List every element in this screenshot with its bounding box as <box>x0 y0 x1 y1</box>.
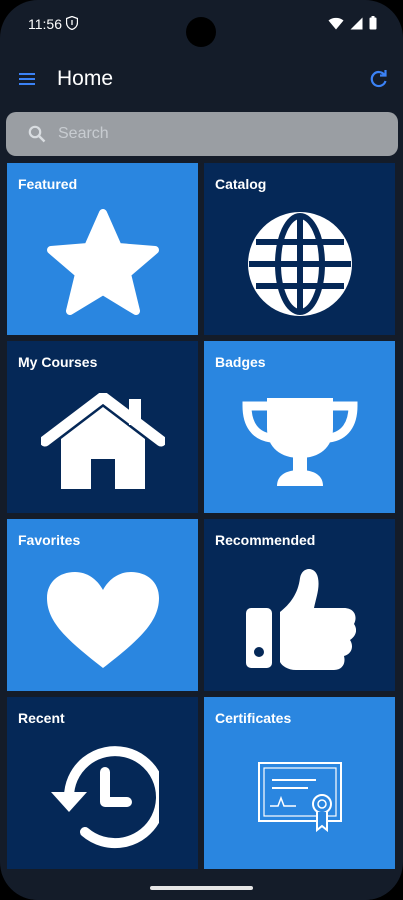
tile-label: My Courses <box>18 354 98 370</box>
trophy-icon <box>241 398 358 486</box>
wifi-icon <box>328 17 344 29</box>
refresh-icon[interactable] <box>369 69 389 89</box>
category-grid: Featured Catalog My Courses Badges Favor… <box>7 163 397 869</box>
shield-icon <box>66 16 78 30</box>
search-icon <box>28 125 46 143</box>
heart-icon <box>46 572 159 668</box>
signal-icon <box>350 17 363 29</box>
thumbs-up-icon <box>245 569 356 670</box>
menu-icon[interactable] <box>17 68 39 90</box>
battery-icon <box>369 16 377 30</box>
status-bar: 11:56 <box>0 0 403 48</box>
tile-label: Badges <box>215 354 266 370</box>
device-screen: 11:56 Home Search Featured Catalog My Co… <box>0 0 403 900</box>
tile-certificates[interactable]: Certificates <box>204 697 395 869</box>
page-title: Home <box>57 67 114 90</box>
history-icon <box>50 746 159 849</box>
tile-label: Favorites <box>18 532 81 548</box>
tile-my-courses[interactable]: My Courses <box>7 341 198 513</box>
tile-badges[interactable]: Badges <box>204 341 395 513</box>
home-gesture-handle[interactable] <box>150 886 253 890</box>
tile-label: Recent <box>18 710 65 726</box>
status-time: 11:56 <box>28 16 62 32</box>
search-input[interactable] <box>58 112 378 156</box>
tile-favorites[interactable]: Favorites <box>7 519 198 691</box>
camera-cutout <box>186 17 216 47</box>
tile-label: Certificates <box>215 710 292 726</box>
star-icon <box>46 209 159 315</box>
tile-label: Recommended <box>215 532 316 548</box>
status-icons <box>328 16 377 30</box>
globe-icon <box>247 212 352 316</box>
search-bar[interactable] <box>6 112 398 156</box>
tile-catalog[interactable]: Catalog <box>204 163 395 335</box>
tile-featured[interactable]: Featured <box>7 163 198 335</box>
certificate-icon <box>257 762 342 833</box>
tile-label: Featured <box>18 176 78 192</box>
tile-label: Catalog <box>215 176 267 192</box>
gesture-bar <box>0 872 403 900</box>
app-bar: Home <box>0 48 403 110</box>
home-icon <box>40 393 165 489</box>
tile-recommended[interactable]: Recommended <box>204 519 395 691</box>
tile-recent[interactable]: Recent <box>7 697 198 869</box>
